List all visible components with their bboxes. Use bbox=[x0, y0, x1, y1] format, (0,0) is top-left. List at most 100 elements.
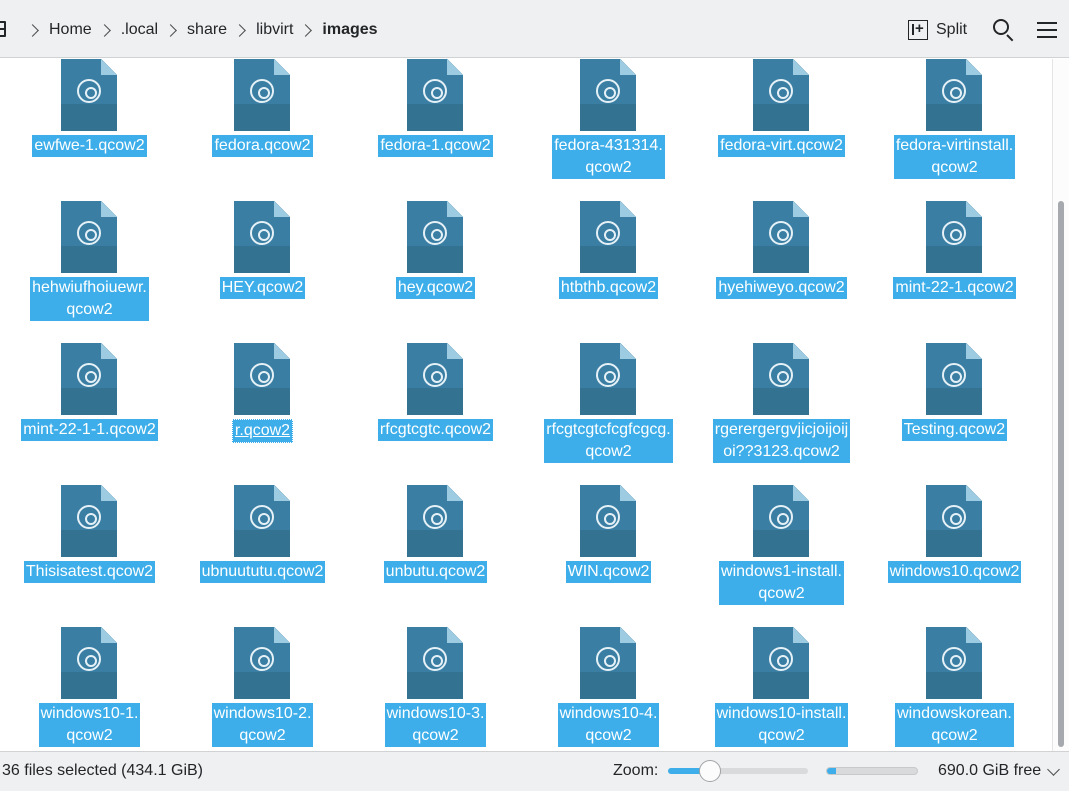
file-item[interactable]: fedora-431314. qcow2 bbox=[522, 59, 695, 179]
file-item[interactable]: hyehiweyo.qcow2 bbox=[695, 175, 868, 317]
disc-image-file-icon bbox=[580, 201, 636, 273]
disc-image-file-icon bbox=[234, 201, 290, 273]
file-item[interactable]: fedora-1.qcow2 bbox=[349, 59, 522, 175]
breadcrumb-libvirt[interactable]: libvirt bbox=[256, 21, 293, 39]
free-space-bar bbox=[826, 767, 918, 775]
split-button[interactable]: Split bbox=[908, 18, 967, 42]
file-item[interactable]: windowskorean. qcow2 bbox=[868, 601, 1041, 747]
file-name-label: windowskorean. qcow2 bbox=[895, 703, 1014, 747]
disc-image-file-icon bbox=[407, 343, 463, 415]
disc-image-file-icon bbox=[926, 485, 982, 557]
disc-image-file-icon bbox=[753, 627, 809, 699]
disc-image-file-icon bbox=[753, 59, 809, 131]
file-item[interactable]: mint-22-1.qcow2 bbox=[868, 175, 1041, 317]
disc-image-file-icon bbox=[407, 627, 463, 699]
file-item[interactable]: rfcgtcgtcfcgfcgcg. qcow2 bbox=[522, 317, 695, 463]
file-name-label: hyehiweyo.qcow2 bbox=[716, 277, 847, 299]
disc-image-file-icon bbox=[234, 59, 290, 131]
chevron-right-icon[interactable] bbox=[299, 23, 313, 37]
chevron-right-icon[interactable] bbox=[26, 23, 39, 37]
file-item[interactable]: hehwiufhoiuewr. qcow2 bbox=[3, 175, 176, 321]
file-item[interactable]: fedora.qcow2 bbox=[176, 59, 349, 175]
disc-image-file-icon bbox=[753, 201, 809, 273]
disc-image-file-icon bbox=[61, 343, 117, 415]
chevron-right-icon[interactable] bbox=[97, 23, 111, 37]
file-item[interactable]: windows1-install. qcow2 bbox=[695, 459, 868, 605]
file-name-label: mint-22-1.qcow2 bbox=[893, 277, 1016, 299]
breadcrumb: Home .local share libvirt images bbox=[24, 18, 382, 42]
disc-image-file-icon bbox=[407, 485, 463, 557]
search-icon bbox=[993, 19, 1009, 35]
chevron-right-icon[interactable] bbox=[164, 23, 177, 37]
disc-image-file-icon bbox=[926, 343, 982, 415]
file-view[interactable]: ewfwe-1.qcow2 fedora.qcow2 fedora-1.qcow2 f… bbox=[0, 59, 1052, 751]
file-name-label: fedora-1.qcow2 bbox=[378, 135, 493, 157]
file-item[interactable]: rgerergergvjicjoijoij oi??3123.qcow2 bbox=[695, 317, 868, 463]
file-name-label: rfcgtcgtcfcgfcgcg. qcow2 bbox=[544, 419, 673, 463]
file-name-label: ewfwe-1.qcow2 bbox=[32, 135, 147, 157]
file-item[interactable]: WIN.qcow2 bbox=[522, 459, 695, 601]
disc-image-file-icon bbox=[753, 343, 809, 415]
file-item[interactable]: Testing.qcow2 bbox=[868, 317, 1041, 459]
hamburger-menu-button[interactable] bbox=[1037, 21, 1057, 39]
file-item[interactable]: r.qcow2 bbox=[176, 317, 349, 459]
disc-image-file-icon bbox=[926, 201, 982, 273]
status-bar: 36 files selected (434.1 GiB) Zoom: 690.… bbox=[0, 751, 1069, 791]
file-name-label: fedora-431314. qcow2 bbox=[552, 135, 665, 179]
file-item[interactable]: rfcgtcgtc.qcow2 bbox=[349, 317, 522, 459]
file-name-label: r.qcow2 bbox=[231, 419, 294, 443]
zoom-slider-handle[interactable] bbox=[699, 760, 721, 782]
file-name-label: hey.qcow2 bbox=[395, 277, 476, 299]
disc-image-file-icon bbox=[61, 59, 117, 131]
breadcrumb-images[interactable]: images bbox=[322, 21, 377, 39]
file-item[interactable]: windows10-4. qcow2 bbox=[522, 601, 695, 747]
disc-image-file-icon bbox=[61, 627, 117, 699]
file-name-label: windows10-install. qcow2 bbox=[714, 703, 849, 747]
breadcrumb-local[interactable]: .local bbox=[121, 21, 158, 39]
file-item[interactable]: windows10.qcow2 bbox=[868, 459, 1041, 601]
file-item[interactable]: windows10-1. qcow2 bbox=[3, 601, 176, 747]
file-item[interactable]: Thisisatest.qcow2 bbox=[3, 459, 176, 601]
free-space-text: 690.0 GiB free bbox=[938, 762, 1042, 779]
search-button[interactable] bbox=[992, 19, 1016, 43]
split-view-icon bbox=[908, 20, 928, 40]
file-name-label: hehwiufhoiuewr. qcow2 bbox=[30, 277, 149, 321]
disc-image-file-icon bbox=[926, 59, 982, 131]
file-item[interactable]: windows10-install. qcow2 bbox=[695, 601, 868, 747]
scrollbar-thumb[interactable] bbox=[1058, 201, 1064, 747]
file-item[interactable]: htbthb.qcow2 bbox=[522, 175, 695, 317]
disc-image-file-icon bbox=[753, 485, 809, 557]
zoom-slider[interactable] bbox=[668, 768, 808, 774]
disc-image-file-icon bbox=[234, 343, 290, 415]
file-item[interactable]: ubnuututu.qcow2 bbox=[176, 459, 349, 601]
disc-image-file-icon bbox=[580, 627, 636, 699]
file-name-label: htbthb.qcow2 bbox=[558, 277, 659, 299]
selection-status: 36 files selected (434.1 GiB) bbox=[2, 762, 203, 779]
file-item[interactable]: HEY.qcow2 bbox=[176, 175, 349, 317]
file-item[interactable]: hey.qcow2 bbox=[349, 175, 522, 317]
disc-image-file-icon bbox=[580, 59, 636, 131]
breadcrumb-share[interactable]: share bbox=[187, 21, 227, 39]
file-item[interactable]: windows10-2. qcow2 bbox=[176, 601, 349, 747]
vertical-scrollbar[interactable] bbox=[1052, 59, 1069, 751]
sidebar-toggle-icon[interactable] bbox=[0, 21, 6, 37]
file-name-label: fedora-virtinstall. qcow2 bbox=[893, 135, 1016, 179]
disc-image-file-icon bbox=[234, 627, 290, 699]
free-space-fill bbox=[827, 768, 836, 774]
file-item[interactable]: fedora-virt.qcow2 bbox=[695, 59, 868, 175]
breadcrumb-home[interactable]: Home bbox=[49, 21, 92, 39]
file-item[interactable]: mint-22-1-1.qcow2 bbox=[3, 317, 176, 459]
chevron-right-icon[interactable] bbox=[233, 23, 246, 37]
file-item[interactable]: fedora-virtinstall. qcow2 bbox=[868, 59, 1041, 179]
file-item[interactable]: unbutu.qcow2 bbox=[349, 459, 522, 601]
file-item[interactable]: ewfwe-1.qcow2 bbox=[3, 59, 176, 175]
file-name-label: windows10-2. qcow2 bbox=[211, 703, 314, 747]
file-name-label: WIN.qcow2 bbox=[565, 561, 652, 583]
disc-image-file-icon bbox=[407, 201, 463, 273]
chevron-down-icon[interactable] bbox=[1047, 763, 1060, 776]
file-name-label: Thisisatest.qcow2 bbox=[23, 561, 156, 583]
file-name-label: windows1-install. qcow2 bbox=[719, 561, 844, 605]
disc-image-file-icon bbox=[234, 485, 290, 557]
file-item[interactable]: windows10-3. qcow2 bbox=[349, 601, 522, 747]
file-name-label: ubnuututu.qcow2 bbox=[199, 561, 326, 583]
